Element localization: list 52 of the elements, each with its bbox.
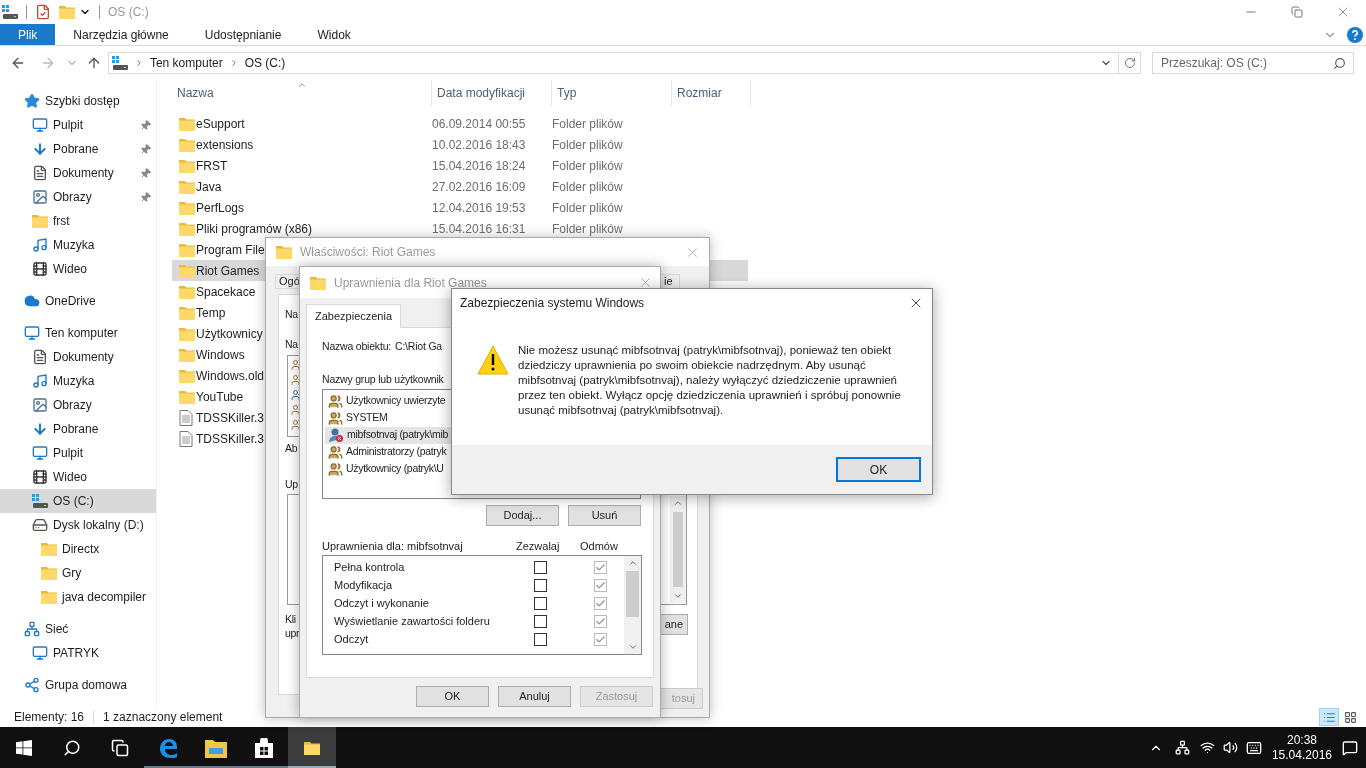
object-name-label: Nazwa obiektu: (322, 339, 391, 354)
file-date: 27.02.2016 16:09 (432, 178, 527, 196)
field-label: Na (285, 338, 298, 351)
file-date: 15.04.2016 18:24 (432, 157, 527, 175)
file-name: FRST (196, 157, 228, 175)
dialog-title: Zabezpieczenia systemu Windows (460, 295, 645, 312)
field-label: upr (285, 627, 300, 640)
file-name: PerfLogs (196, 199, 245, 217)
file-date: 12.04.2016 19:53 (432, 199, 527, 217)
file-type: Folder plików (552, 136, 623, 154)
permission-name: Odczyt i wykonanie (333, 596, 430, 612)
deny-column-header: Odmów (580, 539, 618, 555)
file-name: Program File (196, 241, 265, 259)
field-label: Ab (285, 442, 298, 455)
file-name: eSupport (196, 115, 245, 133)
file-name: Pliki programów (x86) (196, 220, 313, 238)
field-label: Up (285, 478, 298, 491)
file-name: Windows.old (196, 367, 265, 385)
permission-name: Odczyt (333, 632, 370, 648)
file-name: Java (196, 178, 222, 196)
file-type: Folder plików (552, 199, 623, 217)
file-name: YouTube (196, 388, 244, 406)
file-date: 06.09.2014 00:55 (432, 115, 527, 133)
permission-name: Pełna kontrola (333, 560, 406, 576)
allow-column-header: Zezwalaj (516, 539, 561, 555)
file-type: Folder plików (552, 220, 623, 238)
file-name: TDSSKiller.3 (196, 430, 265, 448)
window-title: OS (C:) (108, 4, 149, 21)
file-type: Folder plików (552, 157, 623, 175)
object-name-value: C:\Riot Ga (395, 339, 442, 354)
file-name: Spacekace (196, 283, 256, 301)
file-name: Riot Games (196, 262, 260, 280)
permissions-label: Uprawnienia dla: mibfsotnvaj (322, 539, 464, 555)
file-name: Użytkownicy (196, 325, 263, 343)
file-date: 15.04.2016 16:31 (432, 220, 527, 238)
groups-label: Nazwy grup lub użytkownik (322, 371, 444, 387)
file-date: 10.02.2016 18:43 (432, 136, 527, 154)
item-count: Elementy: 16 (14, 709, 85, 726)
file-name: Windows (196, 346, 245, 364)
file-name: TDSSKiller.3 (196, 409, 265, 427)
permission-name: Modyfikacja (333, 578, 394, 594)
dialog-title: Właściwości: Riot Games (300, 244, 436, 261)
file-name: extensions (196, 136, 254, 154)
selection-count: 1 zaznaczony element (103, 709, 223, 726)
message-text: Nie możesz usunąć mibfsotnvaj (patryk\mibfsotnvaj), ponieważ ten obiekt dziedziczy uprawnienia po swoim obiekcie nadrzędnym. Aby usunąć mibfsotnvaj (patryk\mibfsotnvaj), należy wyłączyć dziedziczenie uprawnień przez ten obiekt. Wyłącz opcję dziedziczenia uprawnień i spróbuj ponownie usunąć mibfsotnvaj (patryk\mibfsotnvaj). (518, 343, 902, 418)
permission-name: Wyświetlanie zawartości folderu (333, 614, 491, 630)
dialog-title: Uprawnienia dla Riot Games (334, 274, 487, 292)
file-type: Folder plików (552, 115, 623, 133)
file-name: Temp (196, 304, 226, 322)
field-label: Na (285, 308, 298, 321)
file-type: Folder plików (552, 178, 623, 196)
field-label: Kli (285, 613, 296, 626)
